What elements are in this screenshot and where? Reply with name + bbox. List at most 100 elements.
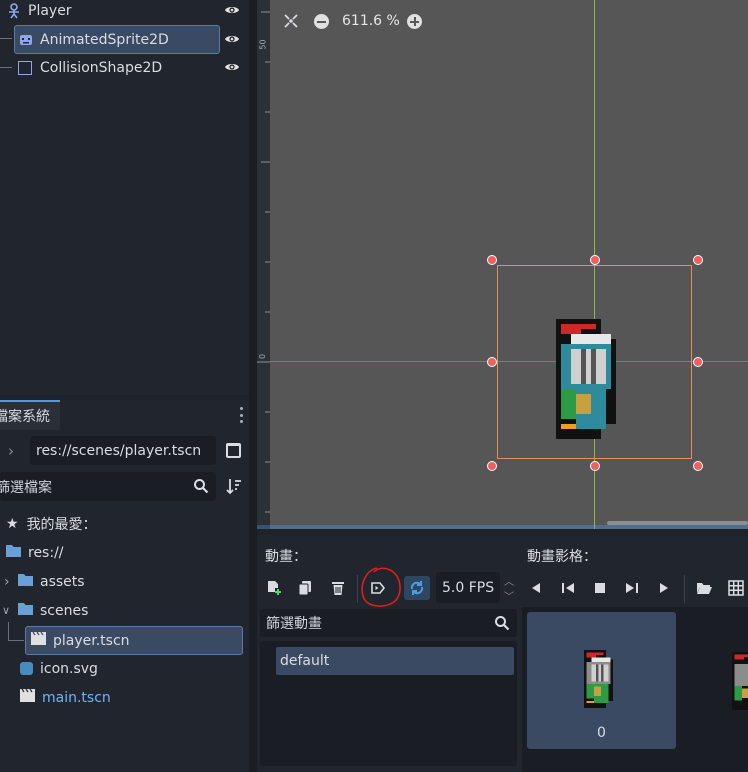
delete-animation-icon[interactable] xyxy=(327,577,349,599)
duplicate-animation-icon[interactable] xyxy=(294,577,316,599)
scene-node-player[interactable]: Player xyxy=(6,0,244,24)
file-tree-label: res:// xyxy=(28,544,64,561)
file-tree-label: main.tscn xyxy=(42,689,111,706)
zoom-level[interactable]: 611.6 % xyxy=(342,13,400,29)
filesystem-tab[interactable]: 檔案系統 xyxy=(0,400,60,430)
play-icon[interactable] xyxy=(653,577,675,599)
filter-animations-placeholder: 篩選動畫 xyxy=(266,616,322,632)
spin-up-icon[interactable]: ︿ xyxy=(504,573,514,588)
frame-thumbnail xyxy=(584,650,614,708)
chevron-down-icon[interactable]: ∨ xyxy=(2,604,18,617)
filesystem-panel: 檔案系統 › res://scenes/player.tscn 篩選檔案 ★ 我… xyxy=(0,400,249,772)
viewport-bottom-border xyxy=(257,525,748,529)
sort-icon[interactable] xyxy=(225,477,243,499)
favorites-label: 我的最愛： xyxy=(26,516,97,533)
scene-node-label: Player xyxy=(28,2,72,19)
open-folder-icon[interactable] xyxy=(693,577,715,599)
zoom-in-icon[interactable] xyxy=(407,14,422,29)
animation-item-label: default xyxy=(280,653,330,669)
ruler-label: 50 xyxy=(258,39,268,50)
zoom-out-icon[interactable] xyxy=(314,14,329,29)
folder-icon xyxy=(18,573,33,590)
scene-tree-panel: Player AnimatedSprite2D CollisionShape2D xyxy=(0,0,249,395)
resize-handle[interactable] xyxy=(487,255,497,265)
resize-handle[interactable] xyxy=(590,255,600,265)
folder-icon xyxy=(18,602,33,619)
stop-icon[interactable] xyxy=(589,577,611,599)
visibility-eye-icon[interactable] xyxy=(224,31,240,51)
file-tree-label: player.tscn xyxy=(53,632,130,649)
chevron-right-icon[interactable]: › xyxy=(4,574,18,590)
file-tree-label: icon.svg xyxy=(40,660,98,677)
tree-connector xyxy=(0,38,12,39)
play-backwards-icon[interactable] xyxy=(525,577,547,599)
resize-handle[interactable] xyxy=(487,461,497,471)
tree-connector xyxy=(0,67,12,68)
spin-down-icon[interactable]: ﹀ xyxy=(504,588,514,603)
resize-handle[interactable] xyxy=(693,357,703,367)
visibility-eye-icon[interactable] xyxy=(224,59,240,79)
sprite-frames-panel: 動畫： 動畫影格： 5.0 FPS ︿ ﹀ 篩選動畫 default 0 xyxy=(257,535,748,772)
animated-sprite-icon xyxy=(18,32,34,48)
frame-item-selected[interactable]: 0 xyxy=(527,612,676,749)
file-tree-item[interactable]: main.tscn xyxy=(20,684,111,711)
file-tree-label: scenes xyxy=(40,602,89,619)
folder-icon xyxy=(6,544,21,561)
viewport[interactable]: 50 0 611.6 % xyxy=(257,0,748,529)
scene-node-animatedsprite2d[interactable]: AnimatedSprite2D xyxy=(14,25,220,54)
file-tree-item[interactable]: ∨ scenes xyxy=(2,597,88,624)
center-view-icon[interactable] xyxy=(283,13,299,33)
resize-handle[interactable] xyxy=(590,461,600,471)
tab-label: 檔案系統 xyxy=(0,409,50,425)
filter-animations-input[interactable]: 篩選動畫 xyxy=(260,609,517,637)
file-tree-item[interactable]: res:// xyxy=(6,539,64,566)
visibility-eye-icon[interactable] xyxy=(224,2,240,22)
animation-item[interactable]: default xyxy=(276,647,514,675)
frame-thumbnail[interactable] xyxy=(729,652,748,710)
annotation-circle xyxy=(361,567,401,607)
collision-shape-icon xyxy=(18,60,32,75)
frame-index: 0 xyxy=(597,725,606,741)
scene-file-icon xyxy=(31,631,46,649)
character-body-icon xyxy=(6,2,22,19)
toolbar-separator xyxy=(684,575,685,603)
scene-node-collisionshape2d[interactable]: CollisionShape2D xyxy=(18,54,244,81)
forward-chevron-icon[interactable]: › xyxy=(8,442,14,460)
filter-placeholder: 篩選檔案 xyxy=(0,479,52,496)
godot-icon xyxy=(20,662,33,675)
filter-files-input[interactable]: 篩選檔案 xyxy=(0,472,216,501)
animations-label: 動畫： xyxy=(265,549,307,565)
tree-connector xyxy=(8,622,9,640)
resize-handle[interactable] xyxy=(693,461,703,471)
play-from-start-icon[interactable] xyxy=(621,577,643,599)
search-icon xyxy=(193,478,209,498)
file-tree-item-selected[interactable]: player.tscn xyxy=(25,626,243,655)
tree-connector xyxy=(8,640,24,641)
ruler-label: 0 xyxy=(258,353,268,360)
file-tree-item[interactable]: › assets xyxy=(4,568,85,595)
path-field[interactable]: res://scenes/player.tscn xyxy=(30,436,216,465)
grid-icon[interactable] xyxy=(725,577,747,599)
add-animation-icon[interactable] xyxy=(263,577,285,599)
split-view-icon[interactable] xyxy=(226,443,241,458)
resize-handle[interactable] xyxy=(487,357,497,367)
tab-menu-kebab-icon[interactable] xyxy=(240,407,244,423)
panel-divider[interactable] xyxy=(249,0,257,772)
scene-file-icon xyxy=(20,688,35,706)
star-icon: ★ xyxy=(6,515,19,532)
scene-node-label: CollisionShape2D xyxy=(40,59,163,76)
resize-handle[interactable] xyxy=(693,255,703,265)
file-tree-item[interactable]: icon.svg xyxy=(20,655,98,682)
vertical-ruler: 50 0 xyxy=(257,0,270,529)
fps-spinbox[interactable]: 5.0 FPS xyxy=(436,572,500,603)
file-tree-label: assets xyxy=(40,573,85,590)
search-icon xyxy=(494,615,510,635)
frames-label: 動畫影格： xyxy=(527,549,597,565)
loop-animation-icon[interactable] xyxy=(404,576,430,600)
favorites-item[interactable]: ★ 我的最愛： xyxy=(6,510,97,537)
fps-value: 5.0 FPS xyxy=(442,579,495,596)
knight-sprite[interactable] xyxy=(551,319,631,439)
scene-node-label: AnimatedSprite2D xyxy=(40,31,169,48)
play-backwards-from-end-icon[interactable] xyxy=(557,577,579,599)
path-value: res://scenes/player.tscn xyxy=(36,442,202,459)
